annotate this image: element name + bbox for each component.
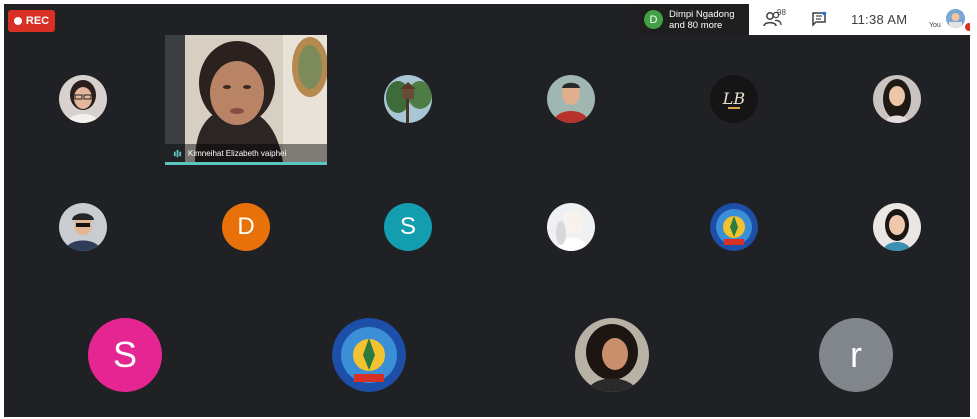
participant-avatar[interactable]: [710, 203, 758, 251]
recording-label: REC: [25, 15, 50, 27]
self-label: You: [929, 22, 941, 29]
presenter-chip[interactable]: D Dimpi Ngadong and 80 more: [639, 4, 749, 35]
presenter-text: Dimpi Ngadong and 80 more: [669, 9, 734, 31]
bright-figure-photo-icon: [547, 203, 595, 251]
participant-avatar[interactable]: [59, 75, 107, 123]
lb-logo-icon: LB: [710, 75, 758, 123]
participant-count: 98: [777, 8, 786, 17]
avatar-initial: S: [112, 334, 137, 375]
avatar-initial: r: [850, 334, 862, 375]
woman-glasses-photo-icon: [59, 75, 107, 123]
presenter-name: Dimpi Ngadong: [669, 8, 735, 20]
record-dot-icon: [13, 17, 22, 25]
participant-avatar[interactable]: [575, 318, 649, 392]
clock-time: 11:38 AM: [851, 12, 908, 27]
participant-avatar[interactable]: D: [222, 203, 270, 251]
woman-curly-hair-photo-icon: [575, 318, 649, 392]
man-cap-photo-icon: [59, 203, 107, 251]
participant-avatar[interactable]: S: [384, 203, 432, 251]
man-red-shirt-photo-icon: [547, 75, 595, 123]
university-emblem-icon: [332, 318, 406, 392]
participant-avatar[interactable]: r: [819, 318, 893, 392]
speaker-name-bar: Kimneihat Elizabeth vaiphei: [165, 144, 327, 162]
meeting-stage: REC D Dimpi Ngadong and 80 more 98 11:38…: [4, 4, 970, 417]
participant-avatar[interactable]: LB: [710, 75, 758, 123]
woman-portrait-photo-icon: [873, 203, 921, 251]
presenter-avatar: D: [644, 10, 663, 29]
speaking-indicator-icon: [173, 149, 182, 157]
treehouse-photo-icon: [384, 75, 432, 123]
university-emblem-icon: [710, 203, 758, 251]
participant-avatar[interactable]: [59, 203, 107, 251]
avatar-initial: S: [399, 213, 416, 240]
participant-avatar[interactable]: [332, 318, 406, 392]
participant-avatar[interactable]: S: [88, 318, 162, 392]
chat-icon[interactable]: [811, 11, 827, 27]
mic-muted-badge-icon: [965, 23, 970, 31]
woman-long-hair-photo-icon: [873, 75, 921, 123]
speaker-name: Kimneihat Elizabeth vaiphei: [188, 148, 287, 158]
presenter-more: and 80 more: [669, 19, 723, 31]
avatar-initial: D: [237, 213, 255, 240]
top-bar: D Dimpi Ngadong and 80 more 98 11:38 AM …: [639, 4, 970, 35]
participant-avatar[interactable]: [547, 203, 595, 251]
participant-avatar[interactable]: [873, 75, 921, 123]
participant-avatar[interactable]: [384, 75, 432, 123]
speaker-tile[interactable]: Kimneihat Elizabeth vaiphei: [165, 35, 327, 165]
speaker-video-icon: [165, 35, 327, 162]
participant-avatar[interactable]: [547, 75, 595, 123]
self-avatar[interactable]: [946, 9, 965, 28]
svg-text:LB: LB: [722, 89, 746, 108]
recording-indicator: REC: [8, 10, 55, 32]
participant-avatar[interactable]: [873, 203, 921, 251]
self-photo-icon: [946, 9, 965, 28]
